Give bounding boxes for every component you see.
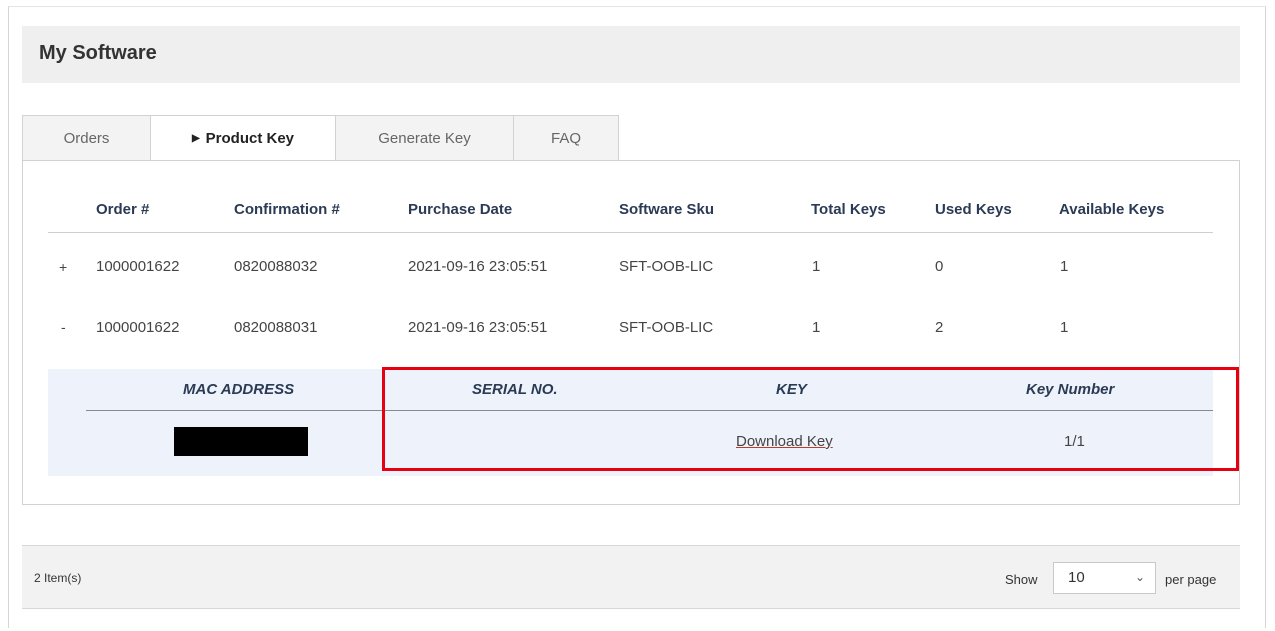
caret-right-icon: ▶ bbox=[191, 132, 200, 144]
pagination-footer: 2 Item(s) Show 10 ⌄ per page bbox=[22, 545, 1240, 609]
expand-row-toggle[interactable]: + bbox=[59, 259, 67, 275]
column-header-software-sku[interactable]: Software Sku bbox=[619, 201, 714, 218]
column-header-order[interactable]: Order # bbox=[96, 201, 149, 218]
column-header-purchase-date[interactable]: Purchase Date bbox=[408, 201, 512, 218]
tab-label: Product Key bbox=[205, 129, 295, 147]
total-keys: 1 bbox=[812, 258, 821, 275]
total-keys: 1 bbox=[812, 319, 821, 336]
column-header-confirmation[interactable]: Confirmation # bbox=[234, 201, 340, 218]
per-page-select[interactable]: 10 ⌄ bbox=[1053, 562, 1156, 594]
order-number: 1000001622 bbox=[96, 319, 180, 336]
per-page-label: per page bbox=[1165, 572, 1217, 587]
tab-generate-key[interactable]: Generate Key bbox=[335, 115, 513, 161]
purchase-date: 2021-09-16 23:05:51 bbox=[408, 319, 548, 336]
column-header-available-keys[interactable]: Available Keys bbox=[1059, 201, 1164, 218]
used-keys: 2 bbox=[935, 319, 944, 336]
key-detail-panel: MAC ADDRESS SERIAL NO. KEY Key Number Do… bbox=[48, 369, 1213, 476]
tab-product-key[interactable]: ▶ Product Key bbox=[150, 115, 335, 161]
detail-divider bbox=[86, 410, 1213, 411]
used-keys: 0 bbox=[935, 258, 944, 275]
tab-label: Orders bbox=[63, 129, 110, 147]
product-key-panel: Order # Confirmation # Purchase Date Sof… bbox=[22, 160, 1240, 505]
tab-label: FAQ bbox=[550, 129, 581, 147]
items-count: 2 Item(s) bbox=[34, 571, 82, 585]
purchase-date: 2021-09-16 23:05:51 bbox=[408, 258, 548, 275]
confirmation-number: 0820088031 bbox=[234, 319, 318, 336]
software-sku: SFT-OOB-LIC bbox=[619, 319, 714, 336]
per-page-value: 10 bbox=[1068, 569, 1085, 586]
tab-orders[interactable]: Orders bbox=[22, 115, 150, 161]
column-header-total-keys[interactable]: Total Keys bbox=[811, 201, 886, 218]
header-divider bbox=[48, 232, 1213, 233]
tab-label: Generate Key bbox=[378, 129, 471, 147]
order-number: 1000001622 bbox=[96, 258, 180, 275]
software-sku: SFT-OOB-LIC bbox=[619, 258, 714, 275]
detail-header-mac-address: MAC ADDRESS bbox=[183, 381, 295, 398]
show-label: Show bbox=[1005, 572, 1038, 587]
key-number-value: 1/1 bbox=[1064, 433, 1085, 450]
detail-header-key-number: Key Number bbox=[1026, 381, 1115, 398]
chevron-down-icon: ⌄ bbox=[1134, 570, 1145, 584]
page-header: My Software bbox=[22, 26, 1240, 83]
download-key-link[interactable]: Download Key bbox=[736, 433, 833, 450]
detail-header-serial-no: SERIAL NO. bbox=[472, 381, 558, 398]
tab-bar: Orders ▶ Product Key Generate Key FAQ bbox=[22, 115, 619, 161]
available-keys: 1 bbox=[1060, 258, 1069, 275]
page-title: My Software bbox=[39, 42, 157, 64]
redacted-mac-address bbox=[174, 427, 308, 456]
collapse-row-toggle[interactable]: - bbox=[61, 319, 66, 335]
available-keys: 1 bbox=[1060, 319, 1069, 336]
column-header-used-keys[interactable]: Used Keys bbox=[935, 201, 1012, 218]
tab-faq[interactable]: FAQ bbox=[513, 115, 619, 161]
detail-header-key: KEY bbox=[776, 381, 807, 398]
confirmation-number: 0820088032 bbox=[234, 258, 318, 275]
